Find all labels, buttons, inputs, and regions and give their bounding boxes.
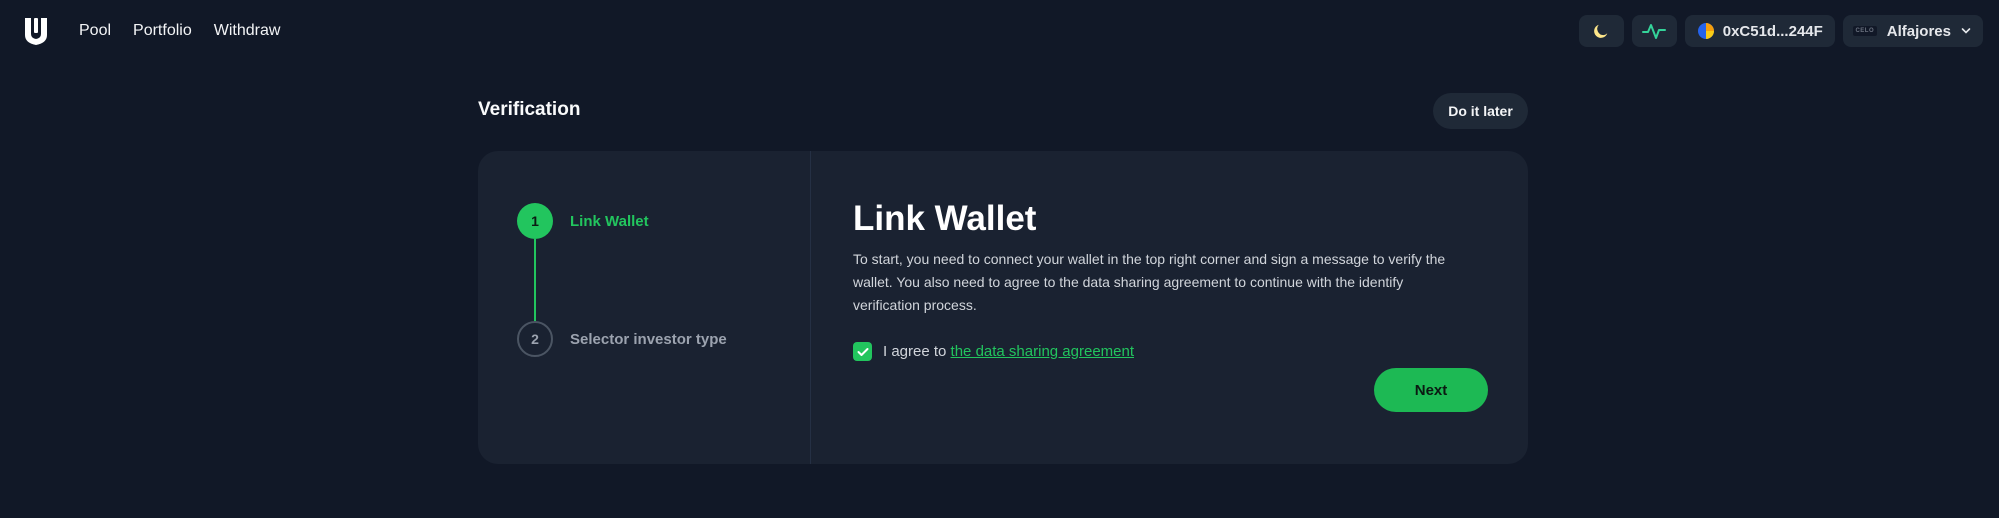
main-nav: Pool Portfolio Withdraw	[79, 0, 280, 62]
step-connector	[534, 239, 536, 321]
network-name: Alfajores	[1886, 22, 1951, 40]
section-description: To start, you need to connect your walle…	[853, 251, 1446, 313]
header-tools: 0xC51d...244F CELO Alfajores	[1578, 15, 1983, 47]
nav-link-portfolio[interactable]: Portfolio	[133, 22, 192, 40]
step-1-label: Link Wallet	[570, 213, 649, 230]
page-title: Verification	[478, 99, 581, 120]
agreement-prefix: I agree to	[883, 343, 951, 360]
data-sharing-agreement-link[interactable]: the data sharing agreement	[951, 343, 1134, 360]
step-2-label: Selector investor type	[570, 331, 727, 348]
network-selector[interactable]: CELO Alfajores	[1842, 15, 1983, 47]
next-button[interactable]: Next	[1374, 368, 1488, 412]
agreement-checkbox[interactable]	[853, 342, 872, 361]
check-icon	[857, 347, 868, 356]
theme-toggle-button[interactable]	[1578, 15, 1624, 47]
nav-link-withdraw[interactable]: Withdraw	[214, 22, 281, 40]
activity-button[interactable]	[1631, 15, 1677, 47]
activity-icon	[1642, 24, 1667, 39]
wallet-address: 0xC51d...244F	[1722, 22, 1823, 40]
step-2-indicator: 2	[517, 321, 553, 357]
step-1-indicator: 1	[517, 203, 553, 239]
wallet-button[interactable]: 0xC51d...244F	[1684, 15, 1835, 47]
top-navigation-bar: Pool Portfolio Withdraw 0xC51d...244F CE…	[0, 0, 1999, 62]
chevron-down-icon	[1961, 28, 1971, 34]
verification-card: 1 Link Wallet 2 Selector investor type L…	[478, 151, 1528, 464]
wallet-avatar-icon	[1697, 23, 1714, 39]
moon-icon	[1594, 24, 1608, 38]
network-logo-icon: CELO	[1852, 26, 1877, 36]
steps-panel: 1 Link Wallet 2 Selector investor type	[478, 151, 811, 464]
logo-icon[interactable]	[20, 15, 52, 47]
section-heading: Link Wallet	[853, 199, 1037, 238]
nav-link-pool[interactable]: Pool	[79, 22, 111, 40]
agreement-row: I agree to the data sharing agreement	[853, 342, 1134, 361]
do-it-later-button[interactable]: Do it later	[1433, 93, 1528, 129]
agreement-text: I agree to the data sharing agreement	[883, 343, 1134, 360]
